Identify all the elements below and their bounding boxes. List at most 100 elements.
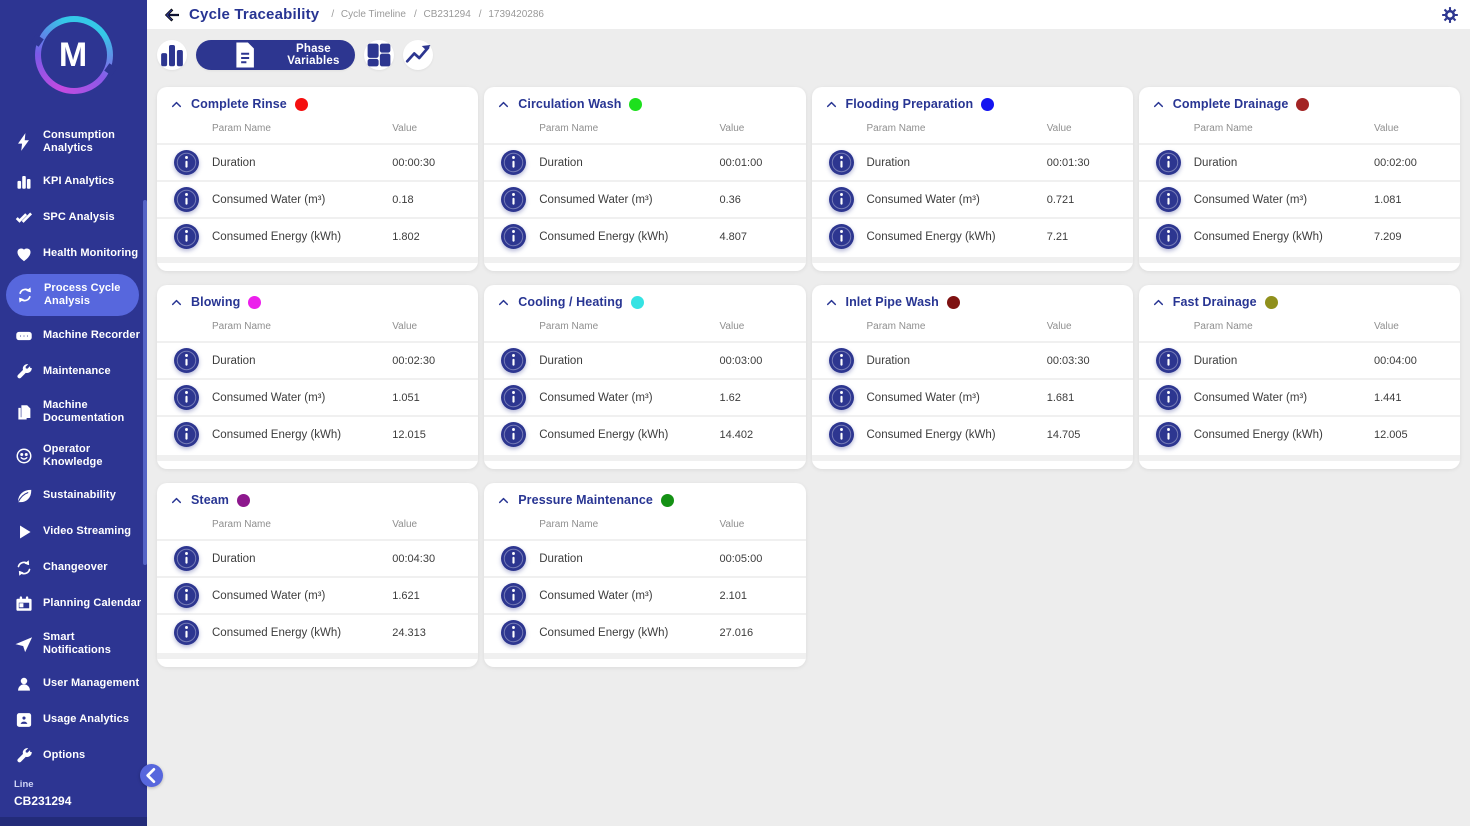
info-button[interactable]	[501, 385, 526, 410]
info-icon	[829, 224, 854, 249]
collapse-card-button[interactable]	[170, 494, 183, 507]
sidebar-item-user-management[interactable]: User Management	[0, 666, 147, 702]
sidebar-item-usage-analytics[interactable]: Usage Analytics	[0, 702, 147, 738]
operator-icon	[15, 447, 33, 465]
breadcrumb-item[interactable]: CB231294	[406, 9, 471, 20]
table-row: Consumed Energy (kWh) 24.313	[157, 613, 478, 650]
toolbar-button-bar-chart[interactable]	[157, 40, 187, 70]
info-button[interactable]	[501, 583, 526, 608]
phase-cards-grid: Complete Rinse Param Name Value Duration…	[157, 87, 1460, 667]
info-button[interactable]	[174, 150, 199, 175]
info-button[interactable]	[174, 224, 199, 249]
sidebar-item-smart-notifications[interactable]: Smart Notifications	[0, 622, 147, 666]
collapse-card-button[interactable]	[170, 98, 183, 111]
sidebar-item-health-monitoring[interactable]: Health Monitoring	[0, 236, 147, 272]
sidebar-item-sustainability[interactable]: Sustainability	[0, 478, 147, 514]
collapse-card-button[interactable]	[1152, 98, 1165, 111]
sidebar-scrollbar-thumb[interactable]	[143, 200, 147, 565]
sidebar-item-machine-documentation[interactable]: Machine Documentation	[0, 390, 147, 434]
toolbar-button-phase-variables[interactable]: Phase Variables	[196, 40, 355, 70]
collapse-card-button[interactable]	[497, 98, 510, 111]
phase-card-complete-drainage: Complete Drainage Param Name Value Durat…	[1139, 87, 1460, 271]
table-body: Duration 00:02:30 Consumed Water (m³) 1.…	[157, 341, 478, 452]
info-button[interactable]	[174, 385, 199, 410]
info-icon	[501, 348, 526, 373]
info-button[interactable]	[829, 150, 854, 175]
info-button[interactable]	[1156, 385, 1181, 410]
info-button[interactable]	[1156, 422, 1181, 447]
info-button[interactable]	[501, 546, 526, 571]
sidebar-item-video-streaming[interactable]: Video Streaming	[0, 514, 147, 550]
sidebar-item-kpi-analytics[interactable]: KPI Analytics	[0, 164, 147, 200]
param-name-cell: Duration	[212, 355, 392, 367]
info-button[interactable]	[1156, 224, 1181, 249]
sidebar-item-changeover[interactable]: Changeover	[0, 550, 147, 586]
info-button[interactable]	[1156, 187, 1181, 212]
toolbar-button-grid[interactable]	[364, 40, 394, 70]
info-icon	[174, 385, 199, 410]
info-icon	[829, 422, 854, 447]
sidebar-item-options[interactable]: Options	[0, 738, 147, 774]
phase-color-dot	[248, 296, 261, 309]
info-button[interactable]	[501, 187, 526, 212]
collapse-card-button[interactable]	[170, 296, 183, 309]
toolbar-button-trend[interactable]	[403, 40, 433, 70]
card-footer-divider	[157, 653, 478, 659]
info-button[interactable]	[829, 187, 854, 212]
sidebar-item-maintenance[interactable]: Maintenance	[0, 354, 147, 390]
collapse-card-button[interactable]	[825, 296, 838, 309]
back-button[interactable]	[163, 6, 181, 24]
param-name-cell: Consumed Water (m³)	[539, 392, 719, 404]
top-bar: Cycle Traceability Cycle TimelineCB23129…	[147, 0, 1470, 29]
info-button[interactable]	[501, 620, 526, 645]
info-button[interactable]	[501, 150, 526, 175]
card-footer-divider	[484, 455, 805, 461]
bar-chart-icon	[15, 173, 33, 191]
line-label: Line	[14, 779, 71, 790]
info-button[interactable]	[1156, 348, 1181, 373]
sidebar-item-operator-knowledge[interactable]: Operator Knowledge	[0, 434, 147, 478]
sidebar-item-spc-analysis[interactable]: SPC Analysis	[0, 200, 147, 236]
param-name-header: Param Name	[1194, 123, 1374, 134]
sidebar-item-process-cycle-analysis[interactable]: Process Cycle Analysis	[6, 274, 139, 316]
info-icon	[829, 187, 854, 212]
breadcrumb-item[interactable]: 1739420286	[471, 9, 544, 20]
sidebar-item-consumption-analytics[interactable]: Consumption Analytics	[0, 120, 147, 164]
collapse-card-button[interactable]	[825, 98, 838, 111]
sidebar-item-machine-recorder[interactable]: Machine Recorder	[0, 318, 147, 354]
sidebar-item-label: Maintenance	[43, 365, 111, 378]
info-button[interactable]	[501, 224, 526, 249]
sidebar-item-label: Machine Documentation	[43, 399, 145, 425]
breadcrumb-item[interactable]: Cycle Timeline	[323, 9, 406, 20]
info-button[interactable]	[829, 385, 854, 410]
phase-color-dot	[631, 296, 644, 309]
info-icon	[501, 224, 526, 249]
info-button[interactable]	[501, 422, 526, 447]
info-button[interactable]	[174, 620, 199, 645]
info-button[interactable]	[829, 224, 854, 249]
info-button[interactable]	[174, 583, 199, 608]
bolt-icon	[15, 133, 33, 151]
param-name-cell: Duration	[1194, 157, 1374, 169]
table-row: Duration 00:05:00	[484, 539, 805, 576]
table-body: Duration 00:03:30 Consumed Water (m³) 1.…	[812, 341, 1133, 452]
phase-title: Steam	[191, 493, 229, 507]
info-button[interactable]	[829, 422, 854, 447]
info-button[interactable]	[174, 546, 199, 571]
info-button[interactable]	[174, 348, 199, 373]
settings-button[interactable]	[1440, 5, 1460, 25]
collapse-card-button[interactable]	[497, 494, 510, 507]
table-header: Param Name Value	[484, 114, 805, 143]
bar-chart-icon	[157, 40, 187, 70]
chevron-up-icon	[170, 98, 183, 111]
collapse-card-button[interactable]	[1152, 296, 1165, 309]
info-button[interactable]	[174, 422, 199, 447]
param-value-cell: 00:03:00	[720, 355, 806, 367]
info-button[interactable]	[829, 348, 854, 373]
sidebar-collapse-button[interactable]	[140, 764, 163, 787]
sidebar-item-planning-calendar[interactable]: Planning Calendar	[0, 586, 147, 622]
info-button[interactable]	[501, 348, 526, 373]
info-button[interactable]	[174, 187, 199, 212]
info-button[interactable]	[1156, 150, 1181, 175]
collapse-card-button[interactable]	[497, 296, 510, 309]
